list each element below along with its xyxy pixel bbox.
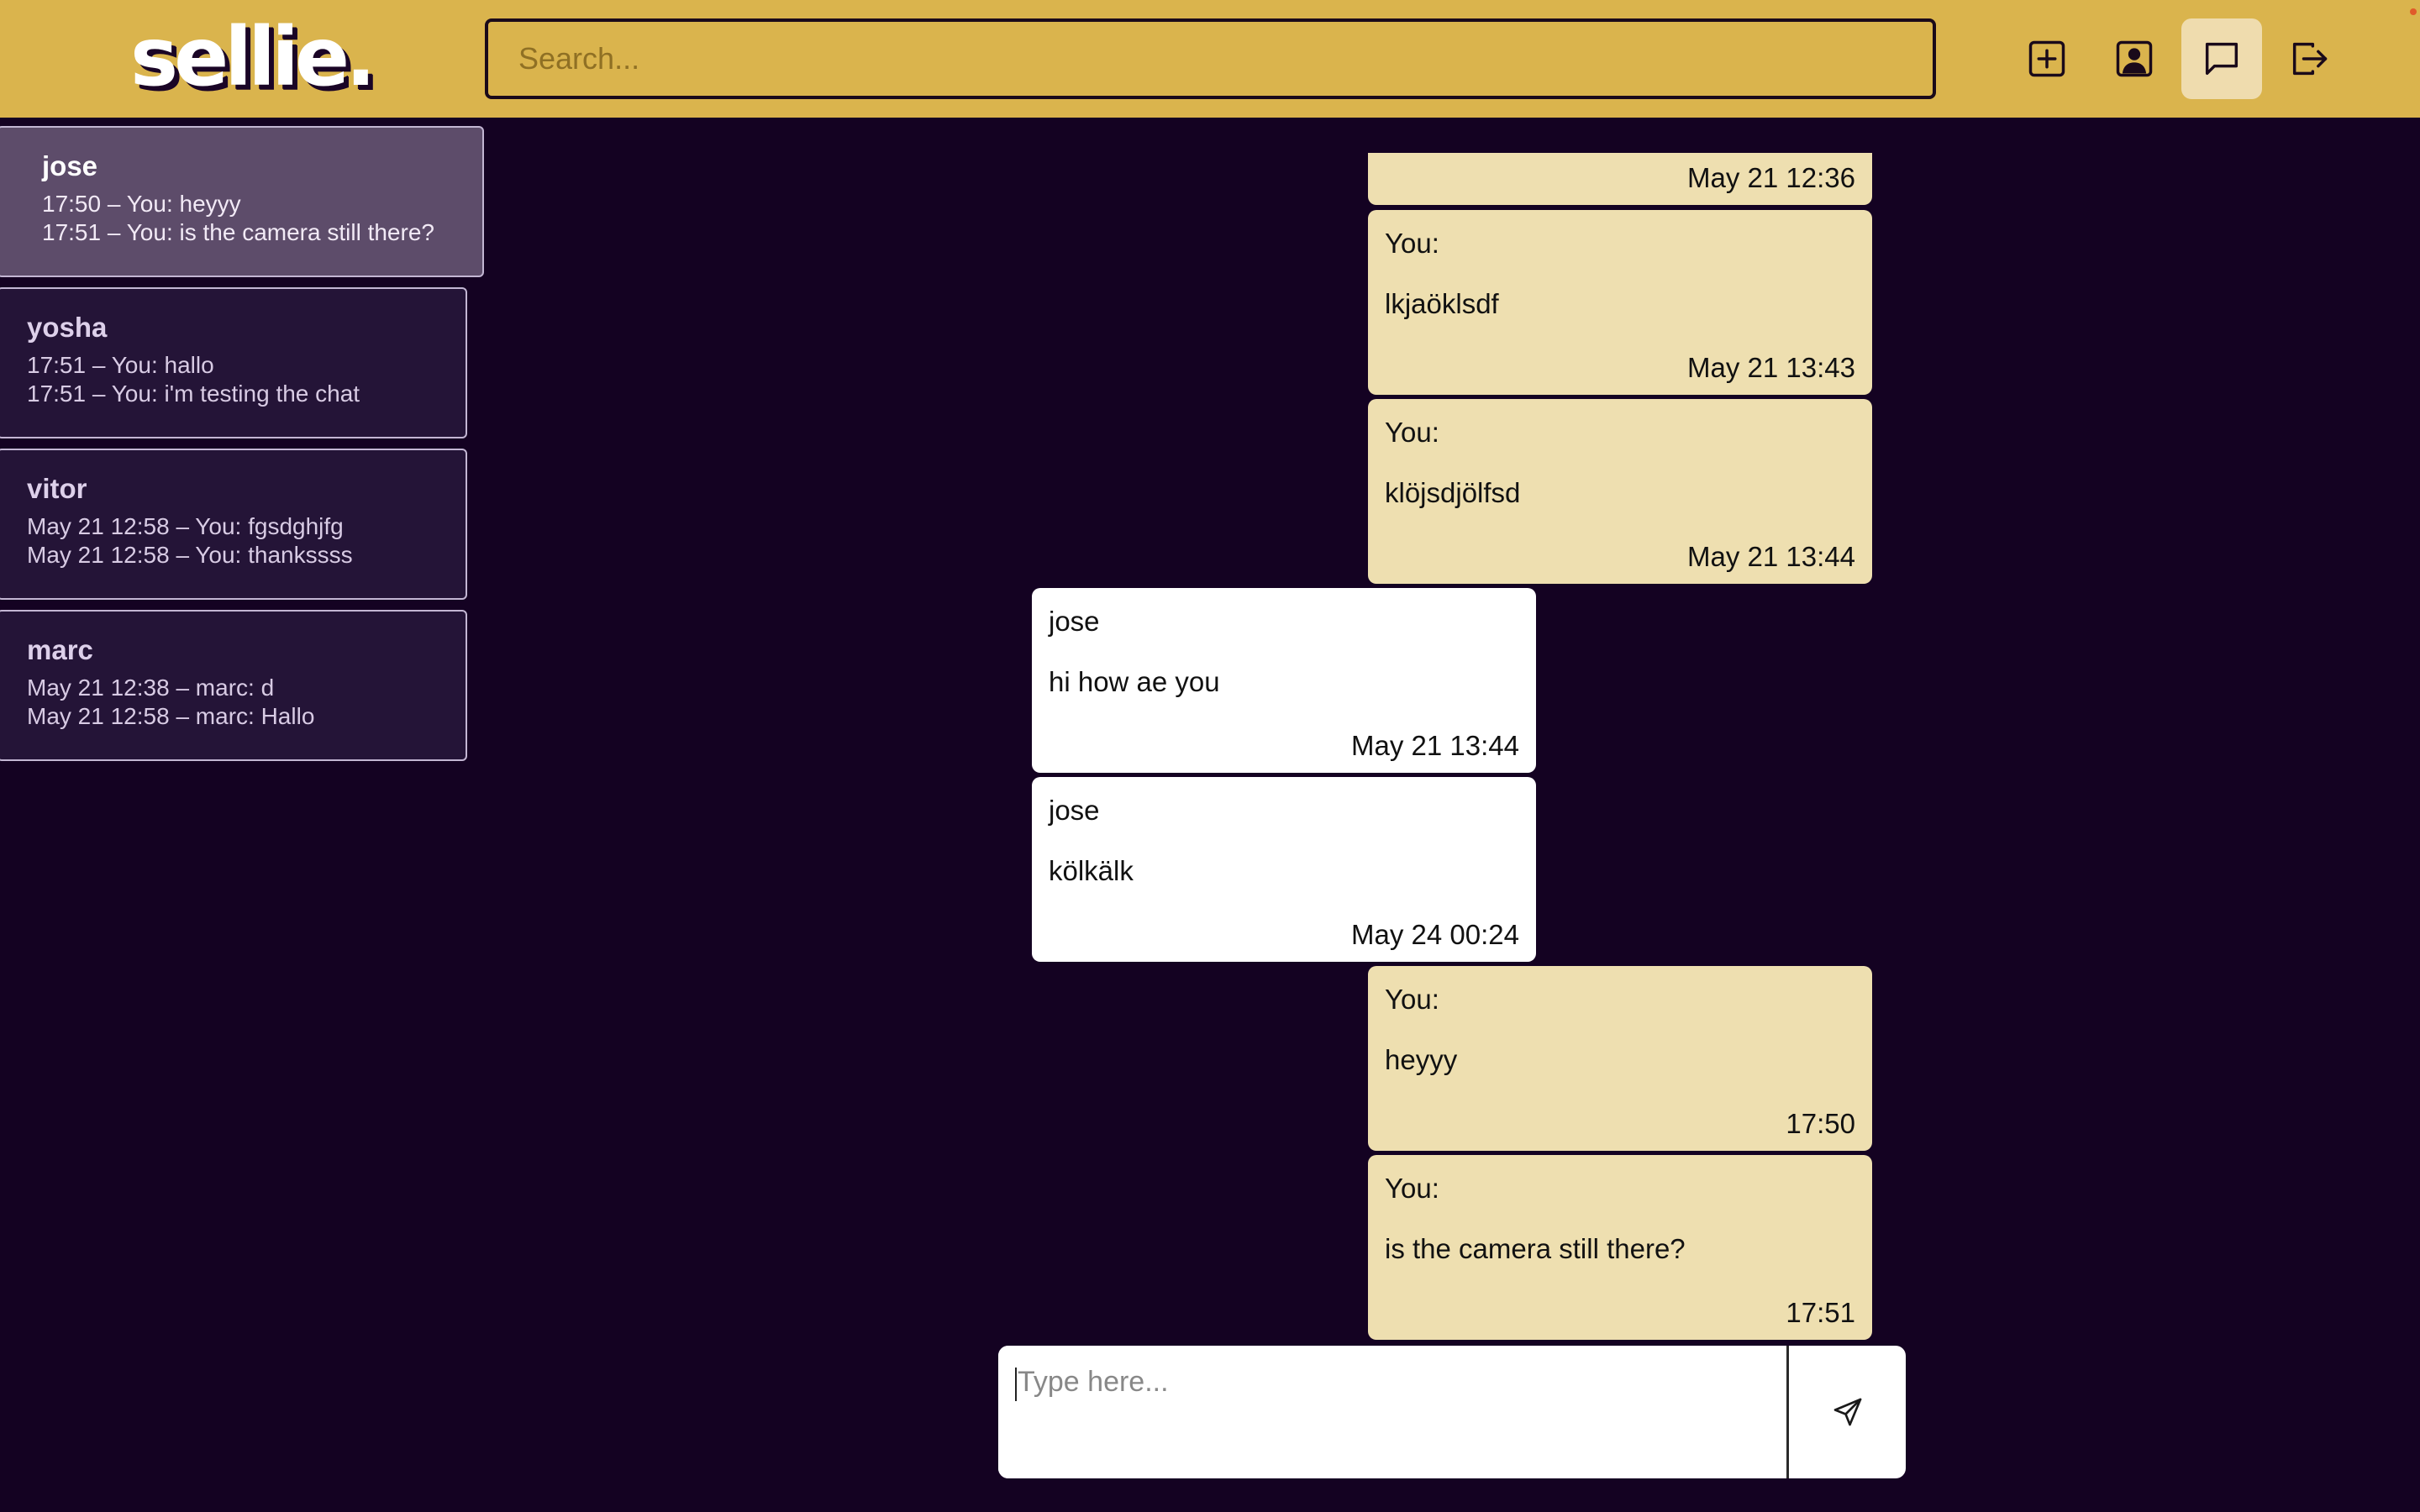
message-text: is the camera still there? bbox=[1385, 1233, 1686, 1264]
conversation-preview-line: May 21 12:58 – You: thankssss bbox=[27, 542, 353, 568]
message-timestamp: 17:50 bbox=[1786, 1108, 1855, 1139]
message-bubble-own: You: lkjaöklsdf May 21 13:43 bbox=[1368, 210, 1872, 395]
app-logo[interactable]: sellie. bbox=[130, 7, 376, 108]
message-sender: You: bbox=[1385, 417, 1439, 448]
conversation-preview-line: May 21 12:58 – marc: Hallo bbox=[27, 703, 315, 729]
text-caret bbox=[1015, 1368, 1017, 1401]
conversation-preview-line: May 21 12:58 – You: fgsdghjfg bbox=[27, 513, 344, 539]
message-sender: You: bbox=[1385, 1173, 1439, 1204]
message-composer bbox=[998, 1346, 1906, 1478]
message-sender: jose bbox=[1049, 606, 1100, 637]
logout-icon bbox=[2292, 42, 2328, 76]
send-icon bbox=[1833, 1398, 1861, 1426]
conversation-item-marc[interactable]: marc May 21 12:38 – marc: d May 21 12:58… bbox=[0, 610, 467, 761]
search-input[interactable] bbox=[485, 18, 1936, 99]
message-input[interactable] bbox=[998, 1346, 1786, 1478]
message-timestamp: May 21 13:44 bbox=[1687, 541, 1855, 572]
profile-button[interactable] bbox=[2094, 18, 2175, 99]
conversation-item-vitor[interactable]: vitor May 21 12:58 – You: fgsdghjfg May … bbox=[0, 449, 467, 600]
message-bubble-own: You: klöjsdjölfsd May 21 13:44 bbox=[1368, 399, 1872, 584]
message-text: heyyy bbox=[1385, 1044, 1458, 1075]
plus-square-icon bbox=[2028, 40, 2065, 77]
send-button[interactable] bbox=[1789, 1346, 1906, 1478]
chat-bubble-icon bbox=[2205, 42, 2238, 76]
notification-dot bbox=[2410, 8, 2417, 15]
message-sender: You: bbox=[1385, 228, 1439, 259]
message-timestamp: May 21 13:43 bbox=[1687, 352, 1855, 383]
top-bar: sellie. bbox=[0, 0, 2420, 118]
message-text: kölkälk bbox=[1049, 855, 1134, 886]
message-timestamp: 17:51 bbox=[1786, 1297, 1855, 1328]
conversation-preview-line: 17:51 – You: i'm testing the chat bbox=[27, 381, 360, 407]
conversation-name: yosha bbox=[27, 312, 108, 343]
message-bubble-other: jose hi how ae you May 21 13:44 bbox=[1032, 588, 1536, 773]
conversation-name: jose bbox=[42, 150, 98, 181]
conversation-preview-line: May 21 12:38 – marc: d bbox=[27, 675, 275, 701]
conversation-item-jose[interactable]: jose 17:50 – You: heyyy 17:51 – You: is … bbox=[0, 126, 484, 277]
conversation-name: vitor bbox=[27, 473, 87, 504]
message-text: lkjaöklsdf bbox=[1385, 288, 1499, 319]
conversation-preview-line: 17:51 – You: hallo bbox=[27, 352, 214, 378]
message-bubble-own: May 21 12:36 bbox=[1368, 153, 1872, 205]
message-timestamp: May 21 13:44 bbox=[1351, 730, 1519, 761]
conversation-name: marc bbox=[27, 634, 93, 665]
message-bubble-other: jose kölkälk May 24 00:24 bbox=[1032, 777, 1536, 962]
message-text: klöjsdjölfsd bbox=[1385, 477, 1521, 508]
message-bubble-own: You: heyyy 17:50 bbox=[1368, 966, 1872, 1151]
logout-button[interactable] bbox=[2269, 18, 2349, 99]
message-text: hi how ae you bbox=[1049, 666, 1220, 697]
conversation-item-yosha[interactable]: yosha 17:51 – You: hallo 17:51 – You: i'… bbox=[0, 287, 467, 438]
conversation-preview-line: 17:51 – You: is the camera still there? bbox=[42, 219, 434, 245]
message-bubble-own: You: is the camera still there? 17:51 bbox=[1368, 1155, 1872, 1340]
message-timestamp: May 24 00:24 bbox=[1351, 919, 1519, 950]
messages-button[interactable] bbox=[2181, 18, 2262, 99]
message-timestamp: May 21 12:36 bbox=[1687, 162, 1855, 193]
new-listing-button[interactable] bbox=[2007, 18, 2087, 99]
conversation-preview-line: 17:50 – You: heyyy bbox=[42, 191, 241, 217]
message-sender: jose bbox=[1049, 795, 1100, 826]
user-profile-icon bbox=[2116, 40, 2153, 77]
message-sender: You: bbox=[1385, 984, 1439, 1015]
